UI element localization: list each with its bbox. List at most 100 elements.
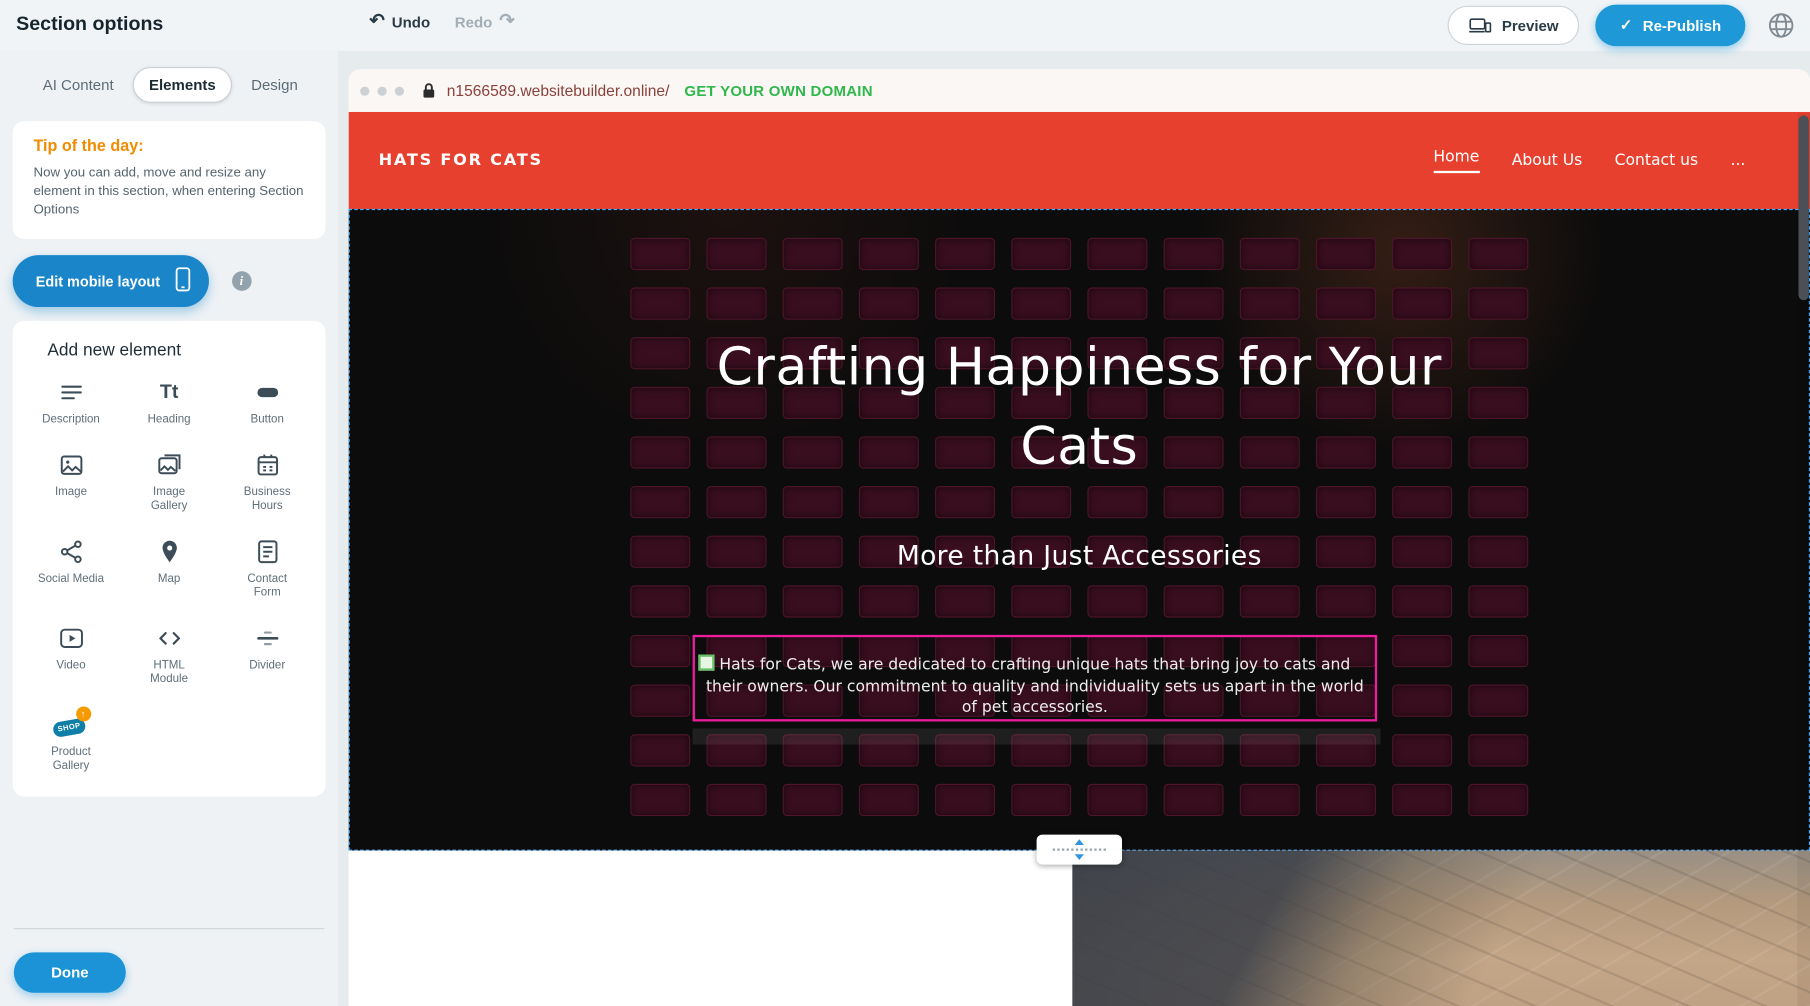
hero-tile [935,486,995,518]
hero-tile [859,784,919,816]
drag-handle[interactable] [698,655,714,671]
image-icon [57,451,85,479]
elements-grid: Description Tt Heading Button [22,379,316,774]
hero-tile [1392,238,1452,270]
hero-tile [1392,635,1452,667]
element-image[interactable]: Image [22,451,120,513]
nav-about-us[interactable]: About Us [1512,151,1583,169]
paving-stones-photo [1072,851,1810,1006]
hero-tile [630,784,690,816]
hero-tile [859,585,919,617]
hero-tile [1468,287,1528,319]
resize-dotted-line [1053,848,1106,850]
hero-tile [935,585,995,617]
hero-tile [630,585,690,617]
info-icon[interactable]: i [232,271,252,291]
hero-tile [783,784,843,816]
element-contact-form[interactable]: Contact Form [218,538,316,600]
site-logo[interactable]: HATS FOR CATS [379,151,543,169]
element-map[interactable]: Map [120,538,218,600]
html-module-icon [155,624,183,652]
edit-mobile-layout-button[interactable]: Edit mobile layout [13,255,209,307]
add-element-title: Add new element [47,341,316,361]
page-title: Section options [16,13,163,36]
tab-design[interactable]: Design [236,68,313,101]
hero-tile [706,784,766,816]
window-dot [395,86,404,95]
hero-tile [706,238,766,270]
element-label: Divider [249,659,285,673]
sidebar: AI Content Elements Design Tip of the da… [0,51,338,1006]
hero-tile [859,287,919,319]
hero-paragraph[interactable]: Hats for Cats, we are dedicated to craft… [695,637,1375,718]
element-label: Image [55,486,87,500]
tab-elements[interactable]: Elements [133,67,232,103]
tip-title: Tip of the day: [33,136,304,154]
nav-contact-us[interactable]: Contact us [1615,151,1699,169]
video-icon [57,624,85,652]
topbar: Section options ↶ Undo Redo ↷ Preview [0,0,1810,51]
hero-tile [783,585,843,617]
globe-icon [1766,10,1796,40]
redo-icon: ↷ [499,13,514,31]
redo-button[interactable]: Redo ↷ [455,13,515,31]
republish-button[interactable]: ✓ Re-Publish [1596,5,1746,47]
hero-tile [630,685,690,717]
element-label: Video [56,659,85,673]
hero-tile [630,486,690,518]
redo-label: Redo [455,13,493,30]
hero-tile [935,784,995,816]
scrollbar-thumb[interactable] [1798,115,1808,300]
get-domain-link[interactable]: GET YOUR OWN DOMAIN [684,82,872,99]
element-html-module[interactable]: HTML Module [120,624,218,686]
next-section[interactable] [349,851,1810,1006]
description-icon [57,379,85,407]
site-header: HATS FOR CATS Home About Us Contact us .… [349,112,1810,209]
undo-button[interactable]: ↶ Undo [369,13,430,31]
element-label: Social Media [38,573,104,587]
hero-subtitle[interactable]: More than Just Accessories [350,541,1809,571]
section-resize-handle[interactable] [1037,835,1122,865]
done-button[interactable]: Done [14,952,126,992]
mobile-layout-row: Edit mobile layout i [13,255,326,307]
hero-tile [1087,585,1147,617]
hero-tile [935,238,995,270]
tab-ai-content[interactable]: AI Content [28,68,129,101]
element-social-media[interactable]: Social Media [22,538,120,600]
element-heading[interactable]: Tt Heading [120,379,218,427]
element-business-hours[interactable]: Business Hours [218,451,316,513]
phone-icon [174,267,191,296]
element-image-gallery[interactable]: Image Gallery [120,451,218,513]
upgrade-badge-icon: ↑ [76,706,91,721]
hero-tile [1164,585,1224,617]
hero-tile [1087,784,1147,816]
nav-home[interactable]: Home [1433,148,1479,173]
hero-tile [1011,287,1071,319]
hero-title[interactable]: Crafting Happiness for Your Cats [675,327,1483,486]
element-product-gallery[interactable]: SHOP ↑ Product Gallery [22,711,120,773]
nav-more-button[interactable]: ... [1731,151,1746,169]
contact-form-icon [253,538,281,566]
hero-tile [1240,486,1300,518]
element-divider[interactable]: Divider [218,624,316,686]
element-description[interactable]: Description [22,379,120,427]
topbar-actions: Preview ✓ Re-Publish [1448,5,1801,47]
check-icon: ✓ [1620,16,1633,34]
hero-tile [630,238,690,270]
language-globe-button[interactable] [1762,6,1801,45]
hero-tile [1468,635,1528,667]
hero-tile [1468,685,1528,717]
hero-tile [1316,238,1376,270]
business-hours-icon [253,451,281,479]
element-label: Description [42,413,100,427]
hero-tile [630,734,690,766]
hero-tile [1164,486,1224,518]
app-window: Section options ↶ Undo Redo ↷ Preview [0,0,1810,1006]
hero-tile [1240,238,1300,270]
hero-tile [1316,784,1376,816]
element-button[interactable]: Button [218,379,316,427]
hero-section[interactable]: Crafting Happiness for Your Cats More th… [349,209,1810,851]
selected-paragraph-element[interactable]: Hats for Cats, we are dedicated to craft… [693,635,1378,722]
element-video[interactable]: Video [22,624,120,686]
preview-button[interactable]: Preview [1448,6,1580,45]
